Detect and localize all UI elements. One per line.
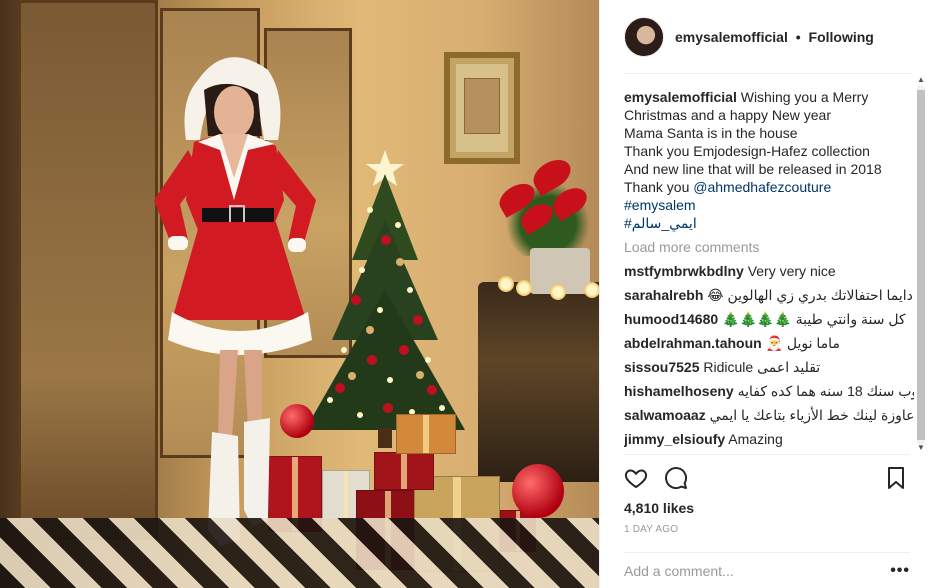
comment-username[interactable]: abdelrahman.tahoun [624,335,762,351]
candle [550,284,566,300]
post-photo[interactable] [0,0,599,588]
add-comment-bar: ••• [624,552,910,588]
load-more-comments-button[interactable]: Load more comments [624,238,914,256]
comment-username[interactable]: mstfymbrwkbdlny [624,263,744,279]
bookmark-icon[interactable] [884,466,910,492]
instagram-post: emysalemofficial • Following emysalemoff… [0,0,928,588]
side-table [478,282,599,482]
scroll-thumb[interactable] [917,90,925,440]
wall-frame [444,52,520,164]
comment: mstfymbrwkbdlny Very very nice [624,262,914,280]
comment-text: كل سنة وانتي طيبة 🎄🎄🎄🎄 [722,311,906,327]
action-bar [624,454,910,502]
follow-button[interactable]: Following [809,29,874,45]
caption-username[interactable]: emysalemofficial [624,89,737,105]
comment-text: Very very nice [747,263,836,279]
avatar[interactable] [624,17,664,57]
comment-username[interactable]: jimmy_elsioufy [624,431,725,447]
post-sidebar: emysalemofficial • Following emysalemoff… [599,0,928,588]
hashtag-link[interactable]: #ايمي_سالم [624,214,914,232]
mention-link[interactable]: @ahmedhafezcouture [693,179,831,195]
gift-box [374,452,434,490]
woman-in-santa-dress [128,50,328,550]
caption-line: Mama Santa is in the house [624,125,798,141]
scroll-down-arrow-icon[interactable]: ▼ [916,443,926,453]
comment: abdelrahman.tahoun ماما نويل 🎅 [624,334,914,352]
heart-icon[interactable] [624,466,650,492]
scroll-up-arrow-icon[interactable]: ▲ [916,75,926,85]
comment-text: دايما احتفالاتك بدري زي الهالوين 😂 [707,287,913,303]
comment: humood14680 كل سنة وانتي طيبة 🎄🎄🎄🎄 [624,310,914,328]
gift-box [396,414,456,454]
comment-username[interactable]: humood14680 [624,311,718,327]
comment: salwamoaaz عاوزة لينك خط الأزياء بتاعك ي… [624,406,914,424]
comment-text: Ridicule تقليد اعمى [703,359,821,375]
comments-list[interactable]: emysalemofficial Wishing you a Merry Chr… [624,88,914,452]
header-text: emysalemofficial • Following [675,29,874,45]
comment-input[interactable] [624,562,884,579]
candle [584,282,599,298]
comment-text: ماما نويل 🎅 [765,335,840,351]
comment-text: Amazing [728,431,783,447]
candle [498,276,514,292]
caption: emysalemofficial Wishing you a Merry Chr… [624,88,914,232]
comment: sarahalrebh دايما احتفالاتك بدري زي الها… [624,286,914,304]
caption-thanks-line: Thank you @ahmedhafezcouture [624,178,914,196]
comment-text: يا دوب سنك 18 سنه هما كده كفايه [737,383,914,399]
separator-dot: • [795,29,801,45]
candle [516,280,532,296]
comment-username[interactable]: salwamoaaz [624,407,706,423]
ellipsis-icon[interactable]: ••• [890,562,910,580]
caption-thanks-prefix: Thank you [624,179,690,195]
caption-line: And new line that will be released in 20… [624,161,882,177]
comment-username[interactable]: hishamelhoseny [624,383,734,399]
comment-username[interactable]: sarahalrebh [624,287,703,303]
comment: sissou7525 Ridicule تقليد اعمى [624,358,914,376]
comment: jimmy_elsioufy Amazing [624,430,914,448]
comment-text: عاوزة لينك خط الأزياء بتاعك يا ايمي [709,407,914,423]
comment: hishamelhoseny يا دوب سنك 18 سنه هما كده… [624,382,914,400]
speech-bubble-icon[interactable] [664,466,690,492]
author-username[interactable]: emysalemofficial [675,29,788,45]
comment-username[interactable]: sissou7525 [624,359,700,375]
likes-count[interactable]: 4,810 likes [624,500,694,516]
comments-scrollbar[interactable]: ▲ ▼ [914,74,928,454]
caption-line: Thank you Emjodesign-Hafez collection [624,143,870,159]
ornament-ball [512,464,564,518]
post-timestamp[interactable]: 1 DAY AGO [624,524,678,535]
hashtag-link[interactable]: #emysalem [624,196,914,214]
checkered-floor [0,518,599,588]
post-header: emysalemofficial • Following [600,0,928,74]
